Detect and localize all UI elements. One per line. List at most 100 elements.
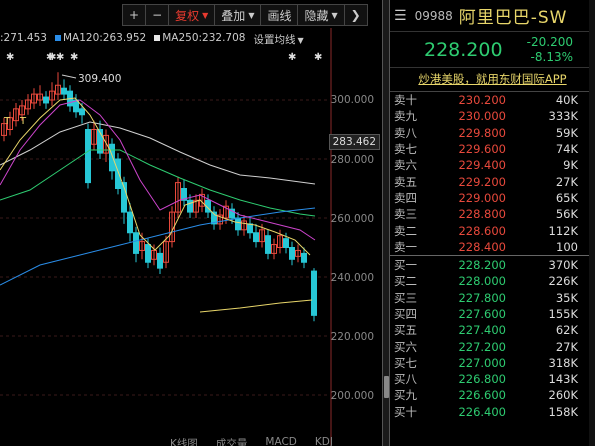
level-price: 227.600: [458, 307, 506, 321]
order-book-row[interactable]: 买三 227.800 35K: [390, 290, 595, 306]
order-book-row[interactable]: 卖一 228.400 100: [390, 239, 595, 255]
level-price: 226.600: [458, 388, 506, 403]
level-price: 228.600: [458, 223, 506, 238]
price-row: 228.200 -20.200 -8.13%: [390, 32, 595, 68]
order-book-row[interactable]: 买二 228.000 226K: [390, 273, 595, 289]
draw-line-button[interactable]: 画线: [260, 4, 298, 26]
level-volume: 40K: [555, 93, 578, 108]
order-book-row[interactable]: 买十 226.400 158K: [390, 404, 595, 420]
panel-divider[interactable]: [382, 0, 390, 446]
ma-settings-link[interactable]: 设置均线 ▼: [253, 32, 303, 47]
order-book-row[interactable]: 买四 227.600 155K: [390, 306, 595, 322]
ma-settings-label: 设置均线: [253, 34, 296, 46]
candle-body: [301, 252, 307, 263]
level-volume: 9K: [563, 158, 578, 173]
level-label: 买五: [394, 323, 417, 338]
quote-header: ☰ 09988 阿里巴巴-SW: [390, 0, 595, 32]
level-volume: 155K: [548, 307, 579, 321]
level-price: 227.000: [458, 355, 506, 370]
level-price: 228.400: [458, 239, 506, 254]
level-label: 卖九: [394, 109, 417, 124]
level-label: 买七: [394, 355, 417, 370]
quote-scrollbar[interactable]: [589, 0, 595, 446]
ma120-value: MA120:263.952: [62, 32, 147, 44]
tab-macd[interactable]: MACD: [265, 436, 296, 446]
level-volume: 226K: [548, 274, 579, 289]
minus-icon: −: [152, 8, 163, 22]
level-volume: 260K: [548, 388, 579, 403]
level-label: 买九: [394, 388, 417, 403]
candle-body: [109, 143, 115, 172]
candle-body: [133, 232, 139, 254]
tab-volume[interactable]: 成交量: [216, 436, 248, 446]
price-axis: 300.000 283.462 280.000 260.000 240.000 …: [328, 0, 382, 446]
order-book-row[interactable]: 卖七 229.600 74K: [390, 141, 595, 157]
order-book-row[interactable]: 买七 227.000 318K: [390, 355, 595, 371]
level-volume: 59K: [555, 125, 578, 140]
order-book-row[interactable]: 卖六 229.400 9K: [390, 157, 595, 173]
level-label: 卖四: [394, 190, 417, 205]
level-label: 卖六: [394, 158, 417, 173]
high-marker-line: [61, 74, 77, 79]
level-price: 227.800: [458, 290, 506, 305]
kline-chart-panel[interactable]: 309.400 ✱ ✱ ✱ ✱ ✱ ✱ ✱ T T + − 复权 ▼ 叠加 ▼ 画线 隐藏 ▼ ❯ :2…: [0, 0, 382, 446]
zoom-out-button[interactable]: −: [145, 4, 169, 26]
level-price: 229.800: [458, 125, 506, 140]
candle-body: [79, 108, 85, 116]
trade-marker-icon: T: [19, 116, 27, 127]
order-book-row[interactable]: 卖五 229.200 27K: [390, 173, 595, 189]
candle-body: [187, 199, 193, 213]
order-book-row[interactable]: 买五 227.400 62K: [390, 322, 595, 338]
level-label: 买六: [394, 339, 417, 354]
level-volume: 62K: [555, 323, 578, 338]
candle-body: [115, 158, 121, 189]
chart-toolbar: + − 复权 ▼ 叠加 ▼ 画线 隐藏 ▼ ❯: [122, 4, 368, 26]
level-price: 229.600: [458, 142, 506, 157]
tab-kline[interactable]: K线图: [170, 436, 198, 446]
level-label: 买十: [394, 404, 417, 419]
adjust-dropdown[interactable]: 复权 ▼: [168, 4, 215, 26]
candle-body: [43, 96, 49, 104]
axis-label-200: 200.000: [330, 390, 374, 402]
axis-label-240: 240.000: [330, 272, 374, 284]
promo-link[interactable]: 炒港美股，就用东财国际APP: [390, 68, 595, 92]
level-label: 买二: [394, 274, 417, 289]
level-price: 229.400: [458, 158, 506, 173]
divider-grip-handle[interactable]: [384, 376, 389, 398]
level-volume: 27K: [555, 339, 578, 354]
candle-body: [283, 238, 289, 248]
order-book-row[interactable]: 买一 228.200 370K: [390, 257, 595, 273]
order-book-row[interactable]: 买八 226.800 143K: [390, 371, 595, 387]
tab-kdj[interactable]: KDJ: [315, 436, 333, 446]
candle-body: [85, 129, 91, 184]
candle-body: [61, 87, 67, 95]
order-book-row[interactable]: 买九 226.600 260K: [390, 387, 595, 403]
zoom-in-button[interactable]: +: [122, 4, 146, 26]
caret-down-icon: ▼: [297, 36, 304, 45]
candle-body: [253, 232, 259, 243]
plus-icon: +: [129, 8, 140, 22]
level-label: 卖八: [394, 125, 417, 140]
order-book-row[interactable]: 卖二 228.600 112K: [390, 222, 595, 238]
order-book-row[interactable]: 买六 227.200 27K: [390, 338, 595, 354]
level-price: 227.400: [458, 323, 506, 338]
level-volume: 74K: [555, 142, 578, 157]
order-book-row[interactable]: 卖八 229.800 59K: [390, 125, 595, 141]
order-book-row[interactable]: 卖九 230.000 333K: [390, 108, 595, 124]
level-volume: 370K: [548, 258, 579, 273]
menu-icon[interactable]: ☰: [394, 8, 407, 24]
caret-down-icon: ▼: [248, 10, 255, 20]
level-price: 226.400: [458, 404, 506, 419]
event-star-icon: ✱: [288, 52, 296, 63]
change-percent: -8.13%: [530, 50, 573, 64]
level-price: 226.800: [458, 372, 506, 387]
overlay-dropdown[interactable]: 叠加 ▼: [214, 4, 261, 26]
draw-line-label: 画线: [267, 8, 292, 23]
order-book-row[interactable]: 卖三 228.800 56K: [390, 206, 595, 222]
order-book-row[interactable]: 卖四 229.000 65K: [390, 190, 595, 206]
level-label: 卖五: [394, 174, 417, 189]
order-book-row[interactable]: 卖十 230.200 40K: [390, 92, 595, 108]
kline-chart-canvas[interactable]: 309.400✱ ✱✱ ✱ ✱ ✱ ✱T T: [0, 0, 382, 446]
ma-short-tail: [199, 299, 313, 313]
event-star-icon: ✱: [314, 52, 322, 63]
